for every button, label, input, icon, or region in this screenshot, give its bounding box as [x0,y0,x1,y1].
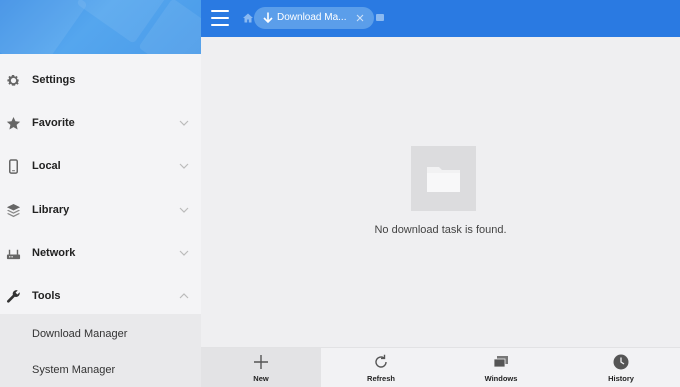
sidebar-header [0,0,201,54]
clock-icon [613,354,629,370]
chevron-down-icon[interactable] [178,117,190,129]
sidebar-item-label: Favorite [32,117,75,129]
layers-icon [5,202,21,218]
plus-icon [254,355,268,369]
refresh-button[interactable]: Refresh [321,348,441,387]
tab-download-manager[interactable]: Download Ma... [254,7,374,29]
folder-icon [427,167,460,192]
sidebar-item-label: Settings [32,74,76,86]
sidebar-subitem-system-manager[interactable]: System Manager [0,352,201,387]
download-icon [263,12,273,24]
phone-icon [5,158,21,174]
sidebar-item-settings[interactable]: Settings [0,59,201,101]
sidebar-item-label: Local [32,160,61,172]
refresh-button-label: Refresh [367,374,395,383]
windows-button-label: Windows [484,374,518,383]
sidebar-item-label: Tools [32,290,61,302]
hamburger-icon[interactable] [211,10,229,26]
home-icon[interactable] [242,12,254,24]
sidebar-item-local[interactable]: Local [0,145,201,187]
refresh-icon [375,354,387,368]
sidebar-item-tools[interactable]: Tools [0,275,201,317]
sidebar: Settings Favorite Local Library Network [0,0,201,387]
history-button[interactable]: History [561,348,680,387]
gear-icon [5,72,21,88]
history-button-label: History [608,374,634,383]
close-icon[interactable] [355,13,365,23]
sidebar-item-favorite[interactable]: Favorite [0,102,201,144]
windows-icon [493,356,508,368]
empty-state-message: No download task is found. [374,224,507,236]
tab-label: Download Ma... [277,12,347,23]
chevron-down-icon[interactable] [178,204,190,216]
sidebar-item-library[interactable]: Library [0,189,201,231]
new-tab-icon[interactable] [376,14,384,21]
chevron-up-icon[interactable] [178,290,190,302]
main-content: No download task is found. [201,37,680,347]
sidebar-item-label: Library [32,204,70,216]
star-icon [5,115,21,131]
new-button[interactable]: New [201,348,321,387]
sidebar-item-network[interactable]: Network [0,232,201,274]
sidebar-subitem-label: Download Manager [32,328,128,340]
empty-state-image [411,146,476,211]
windows-button[interactable]: Windows [441,348,561,387]
chevron-down-icon[interactable] [178,247,190,259]
sidebar-subitem-label: System Manager [32,364,116,376]
new-button-label: New [253,374,269,383]
top-bar: Download Ma... [201,0,680,37]
network-icon [5,245,21,261]
sidebar-item-label: Network [32,247,76,259]
wrench-icon [5,288,21,304]
sidebar-subitem-download-manager[interactable]: Download Manager [0,316,201,352]
bottom-toolbar: New Refresh Windows History [201,347,680,387]
tools-submenu: Download Manager System Manager [0,314,201,387]
chevron-down-icon[interactable] [178,160,190,172]
